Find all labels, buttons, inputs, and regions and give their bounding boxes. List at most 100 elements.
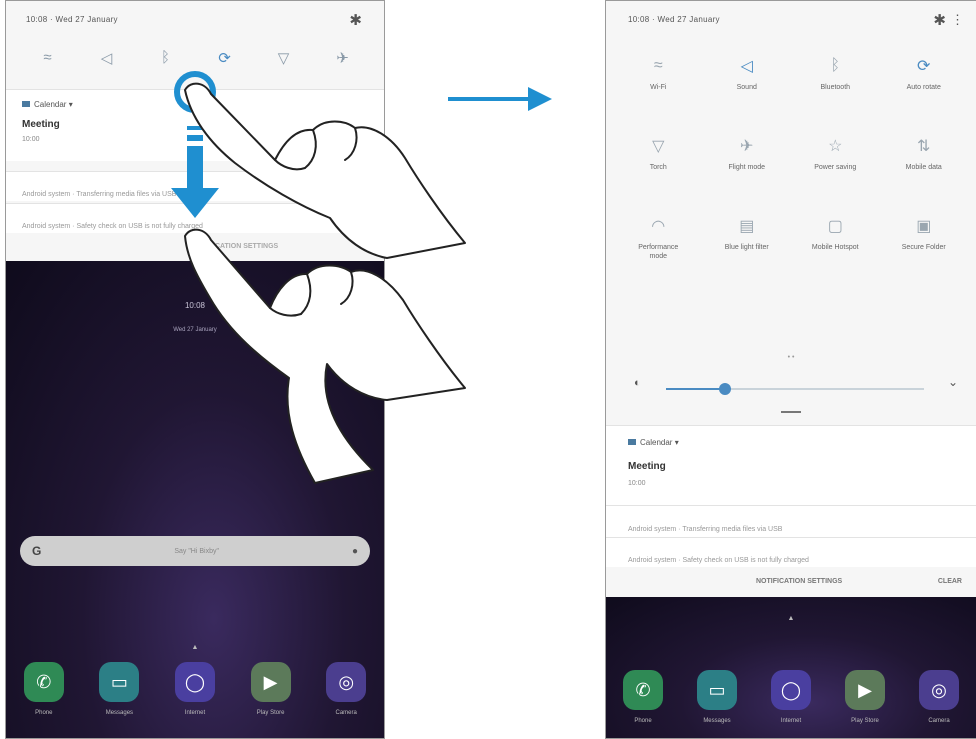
camera-icon: ◎ — [919, 670, 959, 710]
swipe-down-arrow-icon — [171, 188, 219, 218]
calendar-icon-right — [628, 439, 636, 445]
quick-settings-grid: ≈ Wi-Fi ◁ Sound ᛒ Bluetooth ⟳ Auto rotate ▽ Torch… — [606, 53, 976, 293]
quick-tile-performance-mode[interactable]: ◠ Performance mode — [614, 213, 703, 293]
app-label: Phone — [634, 718, 652, 724]
sound-icon[interactable]: ◁ — [92, 49, 122, 67]
search-bar[interactable]: G Say "Hi Bixby" ● — [20, 536, 370, 566]
app-label: Internet — [184, 710, 206, 716]
arrow-dash-2 — [187, 135, 203, 141]
quick-tile-label: Torch — [649, 164, 667, 171]
quick-tile-label: Wi-Fi — [650, 84, 667, 91]
app-play-store[interactable]: ▶ Play Store — [250, 662, 291, 716]
notification-app-name-right: Calendar — [640, 438, 673, 447]
notification-settings-button-right[interactable]: NOTIFICATION SETTINGS — [756, 578, 842, 585]
auto-rotate-icon: ⟳ — [917, 58, 931, 75]
app-label: Messages — [105, 710, 134, 716]
torch-icon: ▽ — [652, 138, 665, 155]
panel-handle[interactable] — [781, 411, 801, 413]
notification-app-name: Calendar — [34, 100, 67, 109]
wifi-icon: ≈ — [653, 57, 663, 74]
app-dock-right: ✆ Phone ▭ Messages ◯ Internet ▶ Play Store ◎ Came… — [606, 670, 976, 724]
app-internet[interactable]: ◯ Internet — [771, 670, 811, 724]
brightness-fill — [666, 388, 726, 390]
bluetooth-icon: ᛒ — [830, 57, 841, 74]
quick-tile-label: Bluetooth — [820, 84, 851, 91]
more-options-icon[interactable]: ⋮ — [951, 12, 964, 28]
expand-chevron-icon[interactable]: ⌄ — [948, 375, 958, 389]
performance-mode-icon: ◠ — [651, 218, 666, 235]
quick-settings-row: ≈ ◁ ᛒ ⟳ ▽ ✈ — [6, 49, 384, 67]
secure-folder-icon: ▣ — [916, 218, 932, 235]
status-time: 10:08 · Wed 27 January — [26, 15, 118, 24]
quick-tile-mobile-hotspot[interactable]: ▢ Mobile Hotspot — [791, 213, 880, 293]
app-label: Play Store — [851, 718, 879, 724]
mobile-data-icon: ⇅ — [917, 138, 931, 155]
app-messages[interactable]: ▭ Messages — [697, 670, 737, 724]
internet-icon: ◯ — [174, 662, 215, 702]
quick-tile-sound[interactable]: ◁ Sound — [703, 53, 792, 133]
quick-tile-auto-rotate[interactable]: ⟳ Auto rotate — [880, 53, 969, 133]
quick-tile-secure-folder[interactable]: ▣ Secure Folder — [880, 213, 969, 293]
usb-notification-text-right: Android system · Transferring media file… — [628, 526, 783, 533]
quick-settings-panel: 10:08 · Wed 27 January ✱ ⋮ ≈ Wi-Fi ◁ Sound ᛒ… — [606, 1, 976, 597]
page-indicator-right: ▲ — [787, 615, 795, 622]
quick-tile-label: Flight mode — [728, 164, 766, 171]
app-label: Camera — [335, 710, 357, 716]
right-phone-screen: ▲ ✆ Phone ▭ Messages ◯ Internet ▶ Play Store ◎ Ca… — [605, 0, 976, 739]
play-store-icon: ▶ — [845, 670, 885, 710]
wifi-icon[interactable]: ≈ — [33, 49, 63, 67]
app-camera[interactable]: ◎ Camera — [919, 670, 959, 724]
settings-gear-icon[interactable]: ✱ — [349, 11, 362, 29]
mobile-hotspot-icon: ▢ — [827, 218, 843, 235]
hand-top-icon — [184, 82, 466, 259]
quick-tile-mobile-data[interactable]: ⇅ Mobile data — [880, 133, 969, 213]
app-dock: ✆ Phone ▭ Messages ◯ Internet ▶ Play Store ◎ Came… — [6, 662, 384, 716]
quick-tile-label: Performance mode — [638, 244, 679, 260]
quick-tile-wi-fi[interactable]: ≈ Wi-Fi — [614, 53, 703, 133]
quick-tile-bluetooth[interactable]: ᛒ Bluetooth — [791, 53, 880, 133]
auto-rotate-icon[interactable]: ⟳ — [210, 49, 240, 67]
safety-notification-text-right: Android system · Safety check on USB is … — [628, 557, 809, 564]
app-internet[interactable]: ◯ Internet — [174, 662, 215, 716]
brightness-slider[interactable] — [666, 383, 924, 395]
app-label: Messages — [703, 718, 731, 724]
clear-button[interactable]: CLEAR — [938, 578, 962, 585]
phone-icon: ✆ — [23, 662, 64, 702]
status-time-right: 10:08 · Wed 27 January — [628, 15, 720, 24]
calendar-icon — [22, 101, 30, 107]
usb-notification-right[interactable]: Android system · Transferring media file… — [606, 505, 976, 537]
app-phone[interactable]: ✆ Phone — [23, 662, 64, 716]
quick-tile-blue-light-filter[interactable]: ▤ Blue light filter — [703, 213, 792, 293]
app-play-store[interactable]: ▶ Play Store — [845, 670, 885, 724]
app-camera[interactable]: ◎ Camera — [326, 662, 367, 716]
notification-time-right: 10:00 — [628, 480, 646, 487]
microphone-icon[interactable]: ● — [352, 546, 358, 557]
brightness-thumb[interactable] — [719, 383, 732, 395]
quick-tile-label: Blue light filter — [724, 244, 769, 251]
quick-tile-label: Mobile data — [905, 164, 942, 171]
arrow-shaft-down — [187, 146, 203, 190]
search-hint: Say "Hi Bixby" — [174, 547, 219, 555]
flight-mode-icon[interactable]: ✈ — [328, 49, 358, 67]
app-phone[interactable]: ✆ Phone — [623, 670, 663, 724]
app-messages[interactable]: ▭ Messages — [99, 662, 140, 716]
quick-tile-flight-mode[interactable]: ✈ Flight mode — [703, 133, 792, 213]
quick-tile-label: Power saving — [814, 164, 857, 171]
quick-tile-power-saving[interactable]: ☆ Power saving — [791, 133, 880, 213]
play-store-icon: ▶ — [250, 662, 291, 702]
sound-icon: ◁ — [740, 58, 753, 75]
app-label: Play Store — [256, 710, 285, 716]
calendar-notification-right[interactable]: Calendar ▾ Meeting 10:00 — [606, 425, 976, 505]
page-indicator: ▲ — [191, 644, 199, 651]
torch-icon[interactable]: ▽ — [269, 49, 299, 67]
quick-tile-label: Sound — [736, 84, 757, 91]
safety-notification-right[interactable]: Android system · Safety check on USB is … — [606, 537, 976, 567]
power-saving-icon: ☆ — [828, 138, 843, 155]
home-wallpaper-right: ▲ ✆ Phone ▭ Messages ◯ Internet ▶ Play Store ◎ Ca… — [606, 597, 976, 738]
quick-tile-torch[interactable]: ▽ Torch — [614, 133, 703, 213]
notification-title-right: Meeting — [628, 461, 666, 472]
quick-tile-label: Auto rotate — [906, 84, 941, 91]
bluetooth-icon[interactable]: ᛒ — [151, 49, 181, 67]
settings-gear-icon-right[interactable]: ✱ — [933, 11, 946, 29]
swipe-gesture-illustration — [171, 71, 466, 484]
